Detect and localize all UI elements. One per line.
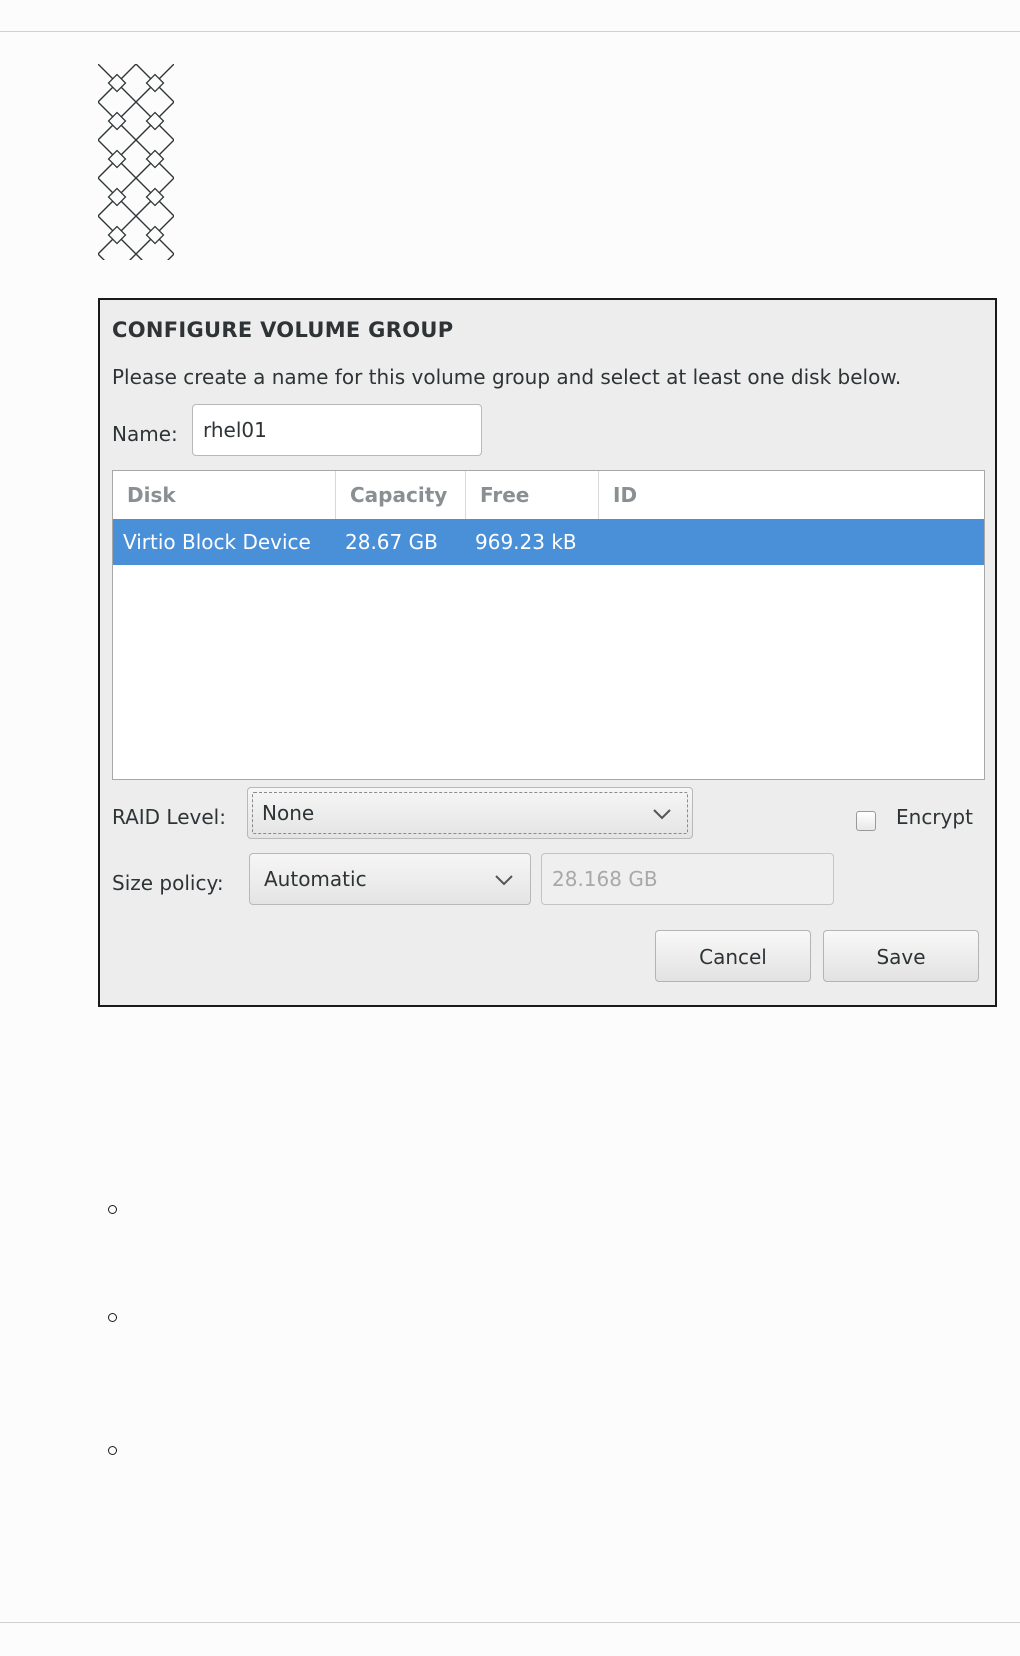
size-value-input[interactable] [541, 853, 834, 905]
dialog-description: Please create a name for this volume gro… [112, 365, 902, 389]
size-policy-label: Size policy: [112, 871, 224, 895]
volume-group-name-input[interactable] [192, 404, 482, 456]
size-policy-dropdown[interactable]: Automatic [249, 853, 531, 905]
focus-ring [252, 792, 688, 834]
raid-level-value: None [262, 801, 315, 825]
raid-level-label: RAID Level: [112, 805, 226, 829]
bottom-divider [0, 1622, 1020, 1623]
column-header-capacity[interactable]: Capacity [336, 471, 466, 519]
decorative-pattern [98, 64, 174, 260]
column-header-free[interactable]: Free [466, 471, 599, 519]
cancel-button[interactable]: Cancel [655, 930, 811, 982]
chevron-down-icon [653, 809, 671, 820]
chevron-down-icon [495, 875, 513, 886]
capacity-cell: 28.67 GB [345, 530, 438, 554]
bullet-icon [108, 1313, 117, 1322]
table-row[interactable]: Virtio Block Device 28.67 GB 969.23 kB [113, 519, 984, 565]
bullet-icon [108, 1205, 117, 1214]
disk-table: Disk Capacity Free ID Virtio Block Devic… [112, 470, 985, 780]
save-button[interactable]: Save [823, 930, 979, 982]
encrypt-label[interactable]: Encrypt [896, 805, 973, 829]
top-divider [0, 31, 1020, 32]
size-policy-value: Automatic [264, 867, 367, 891]
free-cell: 969.23 kB [475, 530, 577, 554]
disk-cell: Virtio Block Device [123, 530, 311, 554]
configure-volume-group-dialog: CONFIGURE VOLUME GROUP Please create a n… [98, 298, 997, 1007]
raid-level-dropdown[interactable]: None [247, 787, 693, 839]
encrypt-checkbox[interactable] [856, 811, 876, 831]
dialog-title: CONFIGURE VOLUME GROUP [112, 318, 454, 342]
bullet-icon [108, 1446, 117, 1455]
table-header: Disk Capacity Free ID [113, 471, 984, 520]
column-header-disk[interactable]: Disk [113, 471, 336, 519]
name-label: Name: [112, 422, 178, 446]
column-header-id[interactable]: ID [599, 471, 899, 519]
